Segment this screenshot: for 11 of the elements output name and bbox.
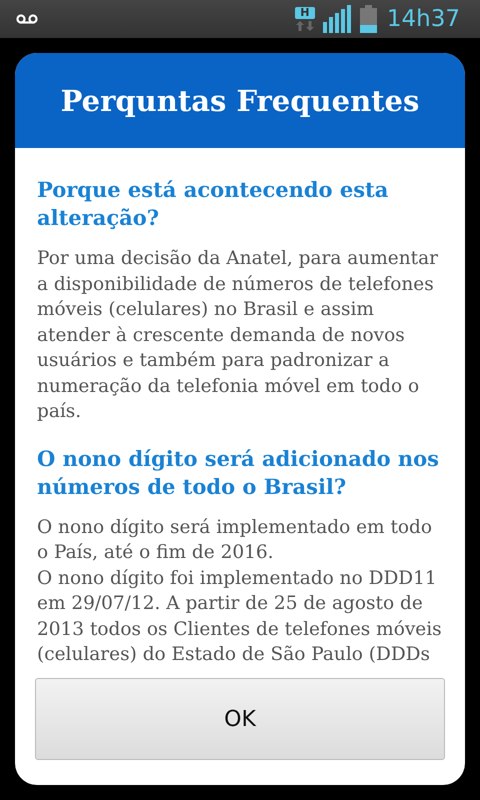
ok-button[interactable]: OK [35,678,445,760]
question-heading: O nono dígito será adicionado nos números de todo o Brasil? [37,444,440,500]
battery-icon [360,5,377,33]
voicemail-icon [16,13,38,25]
question-heading: Porque está acontecendo esta alteração? [37,176,390,232]
signal-icon [322,5,352,33]
answer-text: O nono dígito será implementado em todo o País, até o fim de 2016. [37,516,434,565]
dialog-title: Perquntas Frequentes [60,84,420,118]
answer-text: Por uma decisão da Anatel, para aumentar a disponibilidade de números de telefones móveis (celulares) no Brasil e assim atender à crescente demanda de novos usuários e também para padronizar a numeração da telefonia móvel em todo o país. [37,247,439,424]
clock-time: 14h37 [386,6,460,32]
answer-text: O nono dígito foi implementado no DDD11 em 29/07/12. A partir de 25 de agosto de 2013 todos os Clientes de telefones móveis (celulares) do Estado de São Paulo (DDDs [37,566,443,667]
